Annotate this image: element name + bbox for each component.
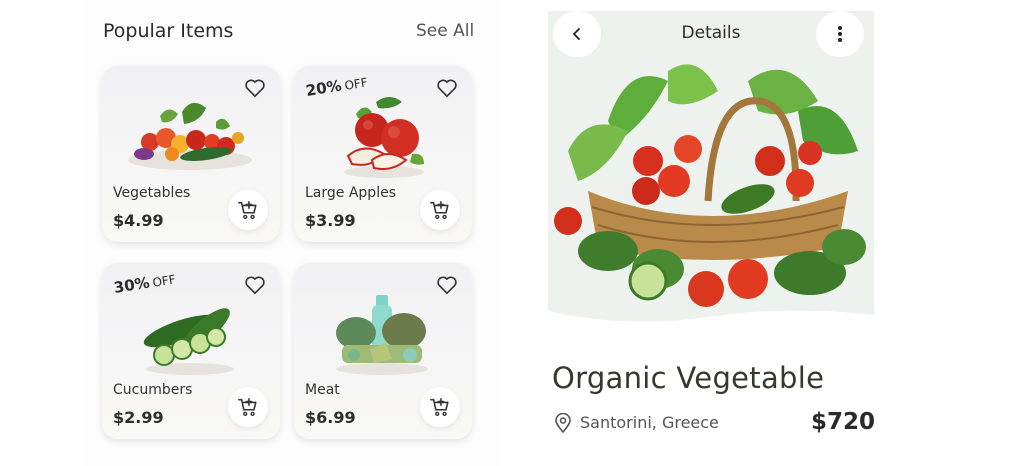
product-card-meat[interactable]: Meat $6.99 bbox=[294, 263, 472, 439]
product-location: Santorini, Greece bbox=[580, 413, 719, 432]
add-to-cart-button[interactable] bbox=[228, 190, 268, 230]
cart-add-icon bbox=[430, 397, 449, 417]
more-vertical-icon bbox=[838, 26, 842, 42]
product-name: Cucumbers bbox=[113, 382, 193, 398]
vegetable-basket-image bbox=[548, 11, 874, 336]
product-price: $6.99 bbox=[305, 408, 356, 427]
more-options-button[interactable] bbox=[816, 11, 864, 57]
product-hero-image bbox=[548, 11, 874, 336]
product-price: $2.99 bbox=[113, 408, 164, 427]
product-card-vegetables[interactable]: Vegetables $4.99 bbox=[102, 66, 280, 242]
product-name: Vegetables bbox=[113, 185, 191, 201]
details-panel: Details Organic Vegetable Santorini, Gre… bbox=[548, 11, 876, 466]
cart-add-icon bbox=[430, 200, 449, 220]
product-card-large-apples[interactable]: 20%OFF Large Apples $3.99 bbox=[294, 66, 472, 242]
add-to-cart-button[interactable] bbox=[420, 190, 460, 230]
cart-add-icon bbox=[238, 200, 257, 220]
product-price: $3.99 bbox=[305, 211, 356, 230]
cucumbers-image bbox=[143, 308, 234, 375]
product-card-cucumbers[interactable]: 30%OFF Cucumbers $2.99 bbox=[102, 263, 280, 439]
popular-items-panel: Popular Items See All Vegetables $4.99 2… bbox=[86, 0, 500, 466]
product-name: Meat bbox=[305, 382, 340, 398]
cart-add-icon bbox=[238, 397, 257, 417]
product-price-large: $720 bbox=[811, 409, 876, 435]
add-to-cart-button[interactable] bbox=[228, 387, 268, 427]
add-to-cart-button[interactable] bbox=[420, 387, 460, 427]
product-price: $4.99 bbox=[113, 211, 164, 230]
discount-off-label: OFF bbox=[151, 272, 177, 290]
location-pin-icon bbox=[555, 413, 571, 433]
product-title: Organic Vegetable bbox=[552, 361, 825, 395]
see-all-link[interactable]: See All bbox=[416, 21, 474, 41]
vegetables-image bbox=[128, 102, 252, 170]
apples-image bbox=[344, 97, 424, 178]
section-title: Popular Items bbox=[103, 20, 234, 42]
meat-image bbox=[336, 295, 428, 375]
product-name: Large Apples bbox=[305, 185, 396, 201]
discount-off-label: OFF bbox=[343, 75, 369, 93]
